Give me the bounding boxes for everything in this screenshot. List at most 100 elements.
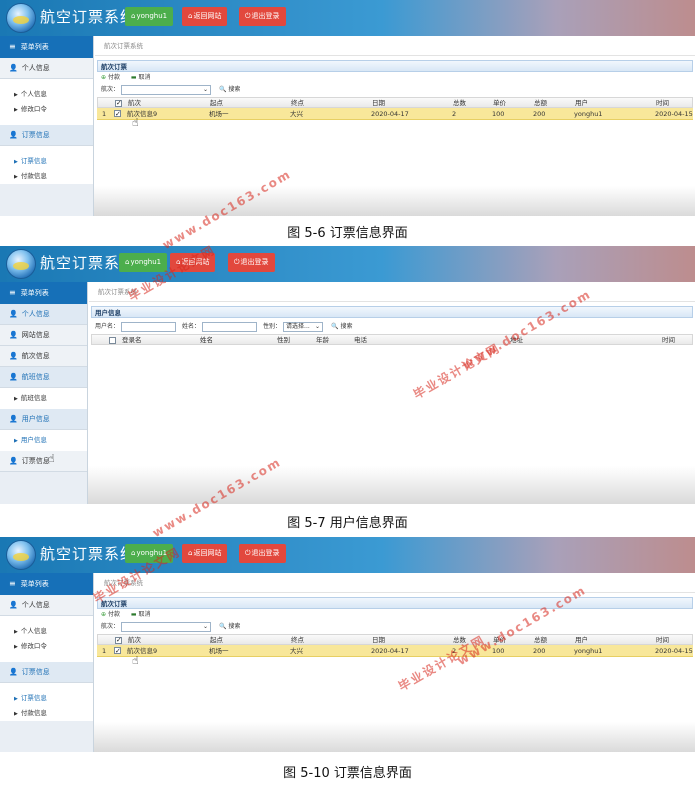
cell-date: 2020-04-17 — [371, 110, 409, 118]
sidebar-item-payment-info[interactable]: ▶ 付款信息 — [0, 706, 93, 721]
select-all-checkbox[interactable] — [115, 98, 122, 109]
cancel-button[interactable]: ▬ 取消 — [131, 611, 151, 618]
sidebar-group-label: 订票信息 — [21, 131, 50, 139]
home-icon: ⌂ — [131, 12, 136, 20]
cell-destination: 大兴 — [290, 647, 303, 655]
caret-right-icon: ▶ — [14, 644, 18, 650]
table-header: 航次 起点 终点 日期 总数 单价 总额 用户 时间 — [97, 634, 693, 646]
back-to-site-button[interactable]: ⌂返回网站 — [182, 7, 228, 26]
cancel-icon: ▬ — [130, 611, 137, 618]
select-all-checkbox[interactable] — [109, 337, 116, 344]
logout-button[interactable]: ⏻退出登录 — [228, 253, 275, 272]
sidebar-item-change-password[interactable]: ▶ 修改口令 — [0, 639, 93, 654]
sidebar-group-booking[interactable]: 👤 订票信息 — [0, 451, 87, 472]
sidebar-group-flight[interactable]: 👤 航班信息 — [0, 367, 87, 388]
home-icon: ⌂ — [188, 12, 193, 20]
sidebar-group-flight-schedule[interactable]: 👤 航次信息 — [0, 346, 87, 367]
booking-table: 航次 起点 终点 日期 总数 单价 总额 用户 时间 1 航次信息9 机场一 大… — [97, 97, 693, 120]
user-button[interactable]: ⌂yonghu1 — [125, 7, 174, 26]
sidebar-header: ≡ 菜单列表 — [0, 36, 93, 58]
search-button-label: 搜索 — [228, 86, 241, 93]
sidebar-item-personal-info[interactable]: ▶ 个人信息 — [0, 624, 93, 639]
search-icon: 🔍 — [219, 623, 227, 630]
sidebar-group-user[interactable]: 👤 用户信息 — [0, 409, 87, 430]
search-button-label: 搜索 — [340, 323, 353, 330]
logout-button-label: 退出登录 — [251, 12, 280, 20]
caret-right-icon: ▶ — [14, 92, 18, 98]
search-row: 航次： ⌄ 🔍 搜索 — [97, 620, 693, 633]
shadow-fade — [94, 722, 695, 752]
back-button-label: 返回网站 — [193, 12, 222, 20]
sidebar-header-label: 菜单列表 — [20, 43, 49, 51]
sidebar-item-booking-info[interactable]: ▶ 订票信息 — [0, 154, 93, 169]
user-icon: 👤 — [9, 310, 18, 318]
cancel-icon: ▬ — [130, 74, 137, 81]
sidebar-group-personal[interactable]: 👤 个人信息 — [0, 58, 93, 79]
sidebar-item-payment-info[interactable]: ▶ 付款信息 — [0, 169, 93, 184]
search-row: 航次： ⌄ 🔍 搜索 — [97, 83, 693, 96]
flight-select[interactable]: ⌄ — [121, 621, 212, 632]
sidebar-header-label: 菜单列表 — [20, 289, 49, 297]
pay-label: 付款 — [107, 611, 120, 618]
select-all-checkbox[interactable] — [115, 635, 122, 646]
user-icon: 👤 — [9, 457, 18, 465]
toolbar: ⊕ 付款 ▬ 取消 — [97, 609, 693, 620]
search-button[interactable]: 🔍 搜索 — [331, 320, 352, 333]
cell-total: 200 — [533, 647, 546, 655]
pay-label: 付款 — [107, 74, 120, 81]
breadcrumb: 航次订票系统 — [95, 36, 695, 56]
sidebar-header: ≡ 菜单列表 — [0, 282, 87, 304]
sidebar-group-booking[interactable]: 👤 订票信息 — [0, 662, 93, 683]
sidebar-item-label: 付款信息 — [20, 709, 47, 717]
sidebar-item-booking-info[interactable]: ▶ 订票信息 — [0, 691, 93, 706]
panel-title: 航次订票 — [97, 597, 693, 609]
user-icon: 👤 — [9, 668, 18, 676]
sidebar-item-personal-info[interactable]: ▶ 个人信息 — [0, 87, 93, 102]
cancel-button[interactable]: ▬ 取消 — [131, 74, 151, 81]
user-icon: 👤 — [9, 601, 18, 609]
sidebar-item-label: 个人信息 — [20, 90, 47, 98]
cell-user: yonghu1 — [574, 647, 603, 655]
chevron-down-icon: ⌄ — [202, 85, 209, 93]
name-label: 姓名： — [182, 323, 201, 330]
column-header: 年龄 — [316, 336, 329, 344]
sidebar: ≡ 菜单列表 👤 个人信息 ▶ 个人信息 ▶ 修改口令 👤 订票信息 ▶ 订票信息 ▶ 付款信… — [0, 573, 94, 752]
app-logo — [6, 3, 36, 33]
search-button[interactable]: 🔍 搜索 — [219, 620, 240, 633]
sidebar-group-personal[interactable]: 👤 个人信息 — [0, 304, 87, 325]
logout-button[interactable]: ⏻退出登录 — [239, 7, 286, 26]
logout-button[interactable]: ⏻退出登录 — [239, 544, 286, 563]
plus-circle-icon: ⊕ — [101, 611, 107, 618]
sidebar-item-label: 个人信息 — [20, 627, 47, 635]
table-row[interactable]: 1 航次信息9 机场一 大兴 2020-04-17 2 100 200 yong… — [97, 645, 693, 657]
row-checkbox[interactable] — [114, 108, 121, 120]
sidebar-item-label: 订票信息 — [20, 694, 47, 702]
spacer — [0, 117, 93, 125]
pay-button[interactable]: ⊕ 付款 — [101, 611, 120, 618]
sidebar-group-booking[interactable]: 👤 订票信息 — [0, 125, 93, 146]
sidebar-group-label: 网站信息 — [21, 331, 50, 339]
back-to-site-button[interactable]: ⌂返回网站 — [182, 544, 228, 563]
cell-time: 2020-04-15 — [655, 110, 693, 118]
sidebar-group-personal[interactable]: 👤 个人信息 — [0, 595, 93, 616]
flight-select[interactable]: ⌄ — [121, 84, 212, 95]
sidebar-item-user-info[interactable]: ▶ 用户信息 — [0, 430, 87, 451]
row-checkbox[interactable] — [114, 645, 121, 657]
sidebar-group-site[interactable]: 👤 网站信息 — [0, 325, 87, 346]
sidebar-item-change-password[interactable]: ▶ 修改口令 — [0, 102, 93, 117]
sidebar-item-flight-info[interactable]: ▶ 航班信息 — [0, 388, 87, 409]
caret-right-icon: ▶ — [14, 438, 18, 444]
breadcrumb: 航次订票系统 — [89, 282, 695, 302]
gender-placeholder: 请选择... — [286, 322, 310, 330]
pay-button[interactable]: ⊕ 付款 — [101, 74, 120, 81]
name-input[interactable] — [202, 321, 258, 332]
gender-select[interactable]: 请选择... ⌄ — [283, 321, 324, 332]
table-row[interactable]: 1 航次信息9 机场一 大兴 2020-04-17 2 100 200 yong… — [97, 108, 693, 120]
search-button[interactable]: 🔍 搜索 — [219, 83, 240, 96]
column-header: 姓名 — [200, 336, 213, 344]
cell-total: 200 — [533, 110, 546, 118]
figure-caption: 图 5-6 订票信息界面 — [287, 226, 408, 241]
row-index: 1 — [102, 110, 107, 118]
figure-caption: 图 5-7 用户信息界面 — [287, 516, 408, 531]
username-input[interactable] — [121, 321, 177, 332]
